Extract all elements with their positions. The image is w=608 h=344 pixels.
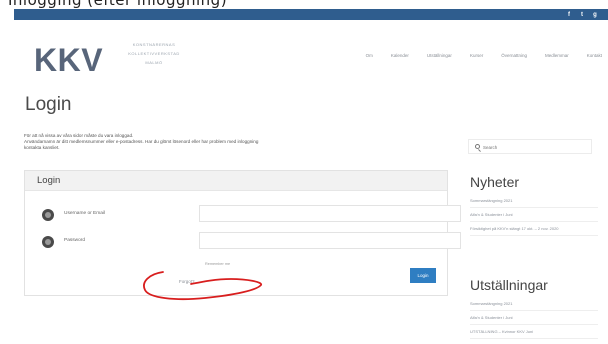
logo-subtitle: KONSTNÄRERNAS KOLLEKTIVVERKSTAD MALMÖ — [119, 40, 189, 67]
exhibition-item[interactable]: Sommarstängning 2021 — [470, 297, 598, 311]
facebook-icon[interactable]: f — [566, 12, 572, 18]
username-input[interactable] — [199, 205, 461, 222]
password-input[interactable] — [199, 232, 461, 249]
intro-line: kontakta kansliet. — [24, 145, 60, 150]
intro-text: För att nå vissa av våra sidor måste du … — [24, 133, 454, 151]
nav-item-kontakt[interactable]: Kontakt — [587, 53, 602, 58]
google-plus-icon[interactable]: g — [592, 12, 598, 18]
caption-text: Inlogging (efter inloggning) — [8, 0, 228, 9]
social-bar: f t g — [14, 9, 608, 20]
site-logo[interactable]: KKV — [34, 42, 103, 79]
password-label: Password — [64, 238, 86, 243]
nav-item-utstallningar[interactable]: Utställningar — [427, 53, 452, 58]
twitter-icon[interactable]: t — [579, 12, 585, 18]
forgot-password-link[interactable]: Forgot? — [179, 279, 195, 284]
logo-subtitle-line: MALMÖ — [145, 60, 163, 65]
page: Inlogging (efter inloggning) f t g KKV K… — [0, 0, 608, 344]
nav-item-overnattning[interactable]: Övernattning — [501, 53, 527, 58]
nav-item-om[interactable]: Om — [366, 53, 373, 58]
nav-item-kurser[interactable]: Kurser — [470, 53, 483, 58]
username-label: Username or Email — [64, 211, 106, 216]
exhibition-item[interactable]: UTSTÄLLNING – Kvinnor KKV Juni — [470, 325, 598, 339]
logo-subtitle-line: KOLLEKTIVVERKSTAD — [128, 51, 180, 56]
logo-subtitle-line: KONSTNÄRERNAS — [132, 42, 176, 47]
site-header: KKV KONSTNÄRERNAS KOLLEKTIVVERKSTAD MALM… — [14, 20, 608, 86]
remember-me-checkbox[interactable]: Remember me — [205, 262, 230, 266]
exhibitions-list: Sommarstängning 2021 Alfa'n & Studenter … — [470, 297, 598, 339]
nav-item-kalender[interactable]: Kalender — [391, 53, 409, 58]
username-row: Username or Email — [39, 205, 461, 223]
news-item[interactable]: Sommarstängning 2021 — [470, 194, 598, 208]
news-item[interactable]: Alfa'n & Studenter i Juni — [470, 208, 598, 222]
news-list: Sommarstängning 2021 Alfa'n & Studenter … — [470, 194, 598, 236]
lock-icon — [42, 236, 54, 248]
login-button[interactable]: Login — [410, 268, 436, 283]
sidebar-search — [468, 139, 592, 154]
news-heading: Nyheter — [470, 174, 520, 190]
news-item[interactable]: Försiktighet på KKV'n stängt 17 okt. – 2… — [470, 222, 598, 236]
top-caption: Inlogging (efter inloggning) — [0, 0, 608, 9]
login-panel-heading: Login — [25, 171, 447, 191]
exhibitions-heading: Utställningar — [470, 277, 548, 293]
nav-item-medlemmar[interactable]: Medlemmar — [545, 53, 569, 58]
search-icon — [475, 144, 480, 149]
page-title: Login — [25, 94, 72, 115]
search-input[interactable] — [483, 142, 587, 152]
exhibition-item[interactable]: Alfa'n & Studenter i Juni — [470, 311, 598, 325]
main-nav: Om Kalender Utställningar Kurser Övernat… — [366, 53, 602, 58]
password-row: Password — [39, 232, 461, 250]
user-icon — [42, 209, 54, 221]
login-panel: Login Username or Email Password Remembe… — [24, 170, 461, 296]
